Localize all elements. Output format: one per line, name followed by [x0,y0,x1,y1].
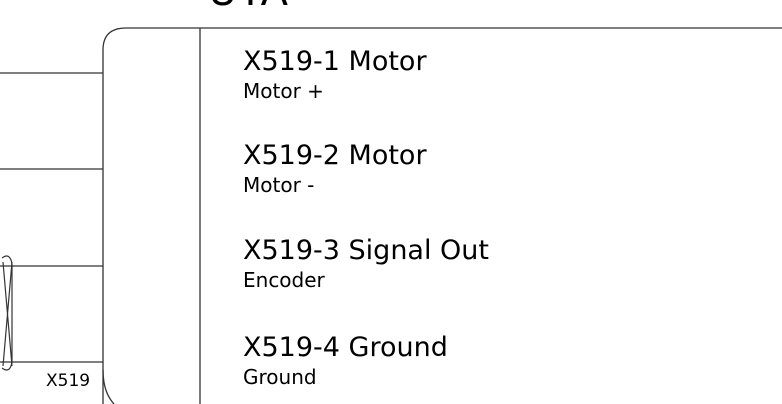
pin-3-title: X519-3 Signal Out [243,235,490,266]
pin-1-label: X519-1 Motor Motor + [243,46,427,104]
pin-3-subtitle: Encoder [243,268,325,292]
pin-4-title: X519-4 Ground [243,332,448,363]
twisted-pair-icon [1,255,13,371]
pin-4-label: X519-4 Ground Ground [243,332,448,390]
connector-body-bottom-curve [102,369,115,404]
pin-1-subtitle: Motor + [243,79,324,103]
pin-1-title: X519-1 Motor [243,46,427,77]
pin-4-subtitle: Ground [243,365,317,389]
pin-2-subtitle: Motor - [243,173,315,197]
pin-3-label: X519-3 Signal Out Encoder [243,235,490,293]
pin-2-label: X519-2 Motor Motor - [243,140,427,198]
pin-2-title: X519-2 Motor [243,140,427,171]
connector-label: X519 [46,371,91,391]
wiring-diagram: UTA X519 X519-1 Motor Motor + X519-2 Mot… [0,0,782,404]
